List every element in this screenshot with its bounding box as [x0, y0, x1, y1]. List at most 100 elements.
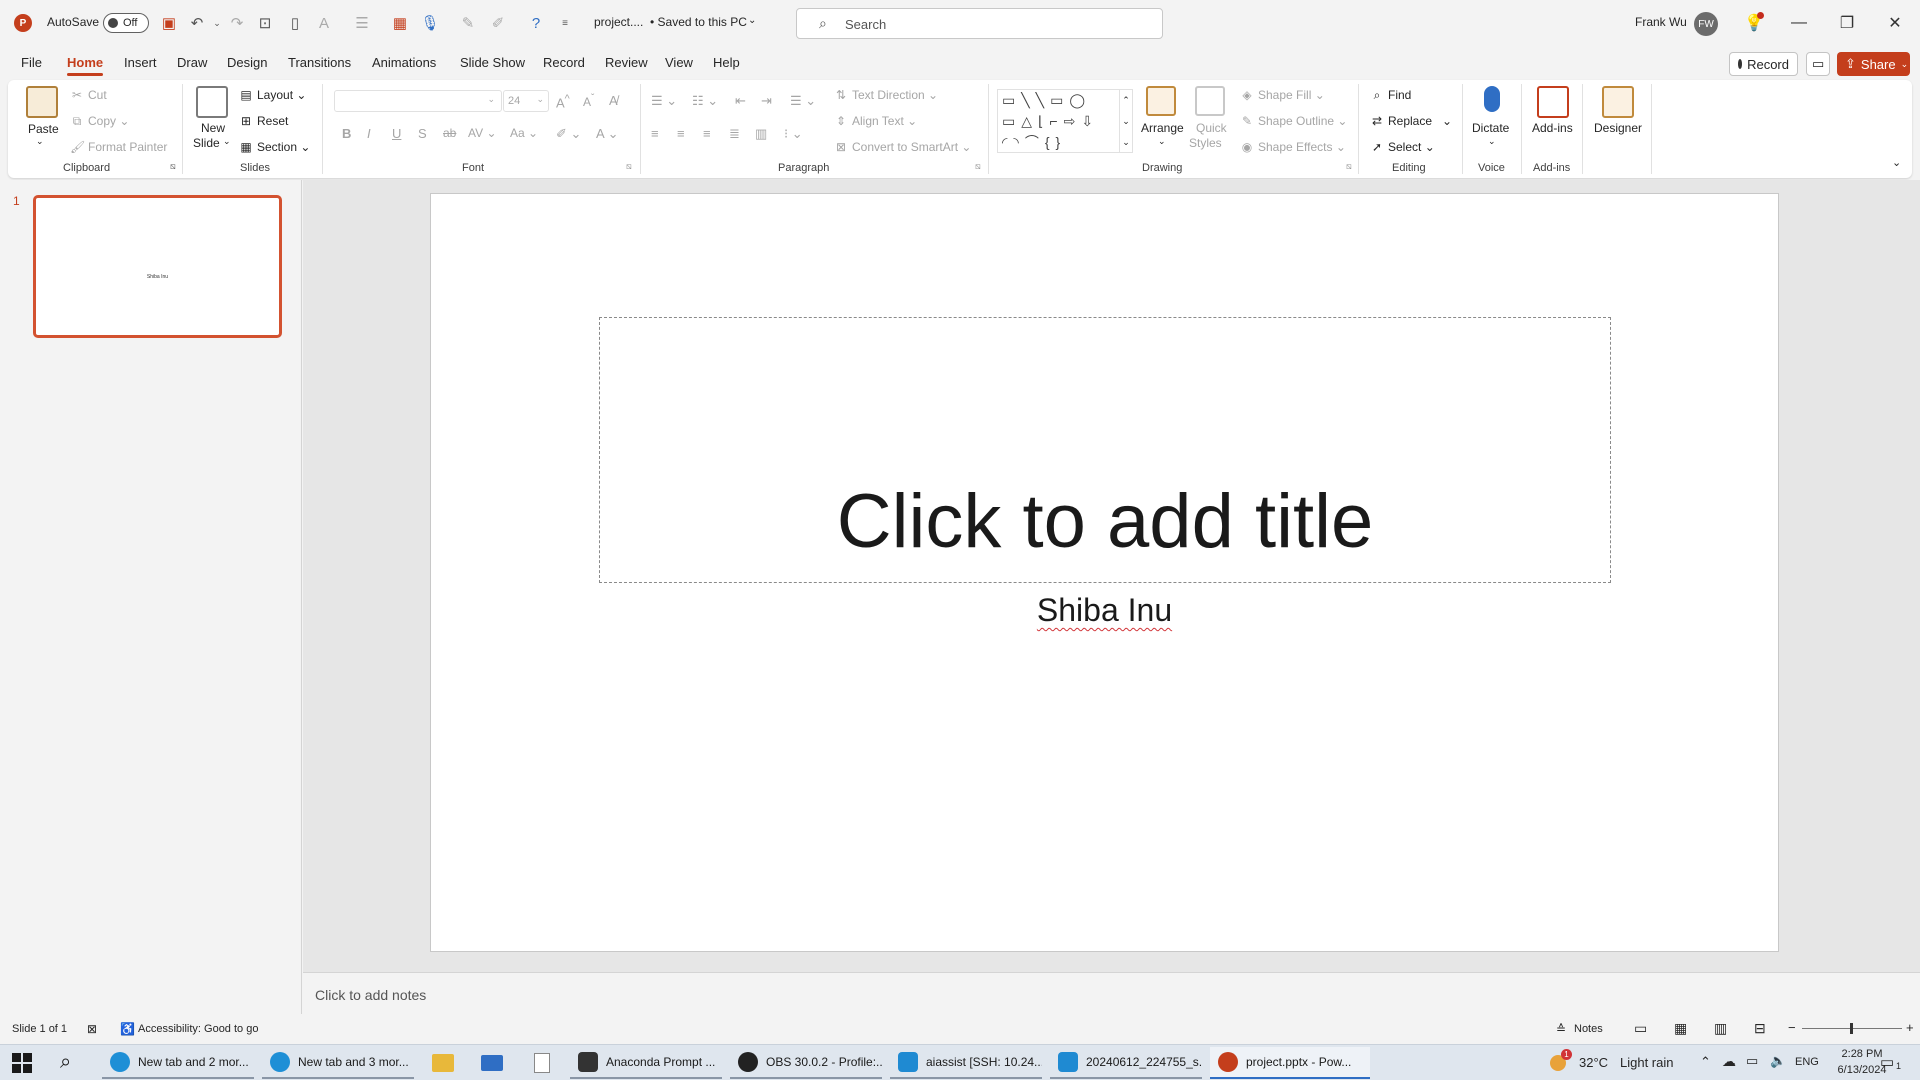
- comments-button[interactable]: ▭: [1806, 52, 1830, 76]
- dictate-button[interactable]: Dictate: [1472, 121, 1509, 135]
- taskbar-search-icon[interactable]: ⌕: [60, 1051, 71, 1074]
- undo-dropdown-icon[interactable]: ⌄: [207, 13, 227, 33]
- taskbar-item-edge-2[interactable]: New tab and 3 mor...: [262, 1047, 414, 1079]
- highlight-color-icon[interactable]: ✐ ⌄: [556, 126, 581, 142]
- replace-button[interactable]: ⇄ Replace ⌄: [1370, 114, 1452, 128]
- save-status[interactable]: • Saved to this PC: [650, 15, 747, 29]
- close-button[interactable]: ✕: [1872, 0, 1918, 46]
- accessibility-icon[interactable]: ♿: [120, 1022, 135, 1036]
- shape-outline-button[interactable]: ✎ Shape Outline ⌄: [1240, 114, 1347, 128]
- new-file-icon[interactable]: ▯: [285, 13, 305, 33]
- taskbar-item-edge-1[interactable]: New tab and 2 mor...: [102, 1047, 254, 1079]
- paste-icon[interactable]: [26, 86, 58, 118]
- save-status-chevron-icon[interactable]: ⌄: [748, 15, 756, 26]
- section-button[interactable]: ▦ Section ⌄: [239, 140, 310, 154]
- shape-effects-button[interactable]: ◉ Shape Effects ⌄: [1240, 140, 1346, 154]
- zoom-out-icon[interactable]: −: [1788, 1020, 1796, 1035]
- new-slide-icon[interactable]: [196, 86, 228, 118]
- convert-smartart-button[interactable]: ⊠ Convert to SmartArt ⌄: [834, 140, 971, 154]
- notification-center-icon[interactable]: ▭: [1880, 1053, 1894, 1071]
- tab-record[interactable]: Record: [543, 55, 585, 70]
- share-button[interactable]: ⇪ Share ⌄: [1837, 52, 1910, 76]
- layout-button[interactable]: ▤ Layout ⌄: [239, 88, 306, 102]
- font-size-box[interactable]: 24 ⌄: [503, 90, 549, 112]
- arrange-chevron-icon[interactable]: ⌄: [1158, 136, 1166, 147]
- volume-icon[interactable]: 🔈: [1770, 1053, 1786, 1069]
- microphone-icon[interactable]: [1484, 86, 1500, 112]
- text-direction-button[interactable]: ⇅ Text Direction ⌄: [834, 88, 938, 102]
- strikethrough-icon[interactable]: ab: [443, 126, 456, 140]
- addins-button[interactable]: Add-ins: [1532, 121, 1573, 135]
- format-painter-qat-icon[interactable]: ✎: [458, 13, 478, 33]
- reading-view-icon[interactable]: ▥: [1714, 1020, 1727, 1037]
- arrange-button[interactable]: Arrange: [1141, 121, 1184, 135]
- new-slide-button-line2[interactable]: Slide: [193, 136, 220, 150]
- shadow-icon[interactable]: S: [418, 126, 427, 141]
- increase-indent-icon[interactable]: ⇥: [761, 93, 772, 109]
- save-icon[interactable]: ▣: [159, 13, 179, 33]
- accessibility-status[interactable]: Accessibility: Good to go: [138, 1023, 258, 1035]
- mail-icon[interactable]: [481, 1055, 503, 1071]
- find-button[interactable]: ⌕ Find: [1370, 88, 1412, 103]
- zoom-in-icon[interactable]: +: [1906, 1020, 1914, 1035]
- tab-file[interactable]: File: [21, 55, 42, 70]
- smartart-qat-icon[interactable]: ▦: [390, 13, 410, 33]
- show-hidden-icons-icon[interactable]: ⌃: [1700, 1054, 1711, 1070]
- paragraph-launcher-icon[interactable]: ⧅: [975, 161, 981, 172]
- record-button[interactable]: Record: [1729, 52, 1798, 76]
- align-center-icon[interactable]: ≡: [677, 126, 685, 141]
- format-painter-button[interactable]: 🖌 Format Painter: [70, 140, 167, 154]
- from-beginning-icon[interactable]: ⊡: [255, 13, 275, 33]
- document-title[interactable]: project....: [594, 15, 643, 29]
- tab-slide-show[interactable]: Slide Show: [460, 55, 525, 70]
- addins-icon[interactable]: [1537, 86, 1569, 118]
- reset-button[interactable]: ⊞ Reset: [239, 114, 288, 128]
- notes-toggle[interactable]: Notes: [1574, 1023, 1603, 1035]
- tab-draw[interactable]: Draw: [177, 55, 207, 70]
- slide-sorter-icon[interactable]: ▦: [1674, 1020, 1687, 1037]
- collapse-ribbon-icon[interactable]: ⌄: [1892, 156, 1901, 169]
- user-name[interactable]: Frank Wu: [1635, 15, 1687, 29]
- taskbar-item-powerpoint[interactable]: project.pptx - Pow...: [1210, 1047, 1370, 1079]
- weather-desc[interactable]: Light rain: [1620, 1055, 1673, 1070]
- taskbar-item-vscode-2[interactable]: 20240612_224755_s...: [1050, 1047, 1202, 1079]
- undo-icon[interactable]: ↶: [187, 13, 207, 33]
- justify-icon[interactable]: ≣: [729, 126, 740, 142]
- highlight-qat-icon[interactable]: ✐: [488, 13, 508, 33]
- align-text-button[interactable]: ⇕ Align Text ⌄: [834, 114, 917, 128]
- network-icon[interactable]: ▭: [1746, 1053, 1758, 1069]
- notes-toggle-icon[interactable]: ≙: [1556, 1022, 1566, 1036]
- tab-view[interactable]: View: [665, 55, 693, 70]
- redo-icon[interactable]: ↷: [227, 13, 247, 33]
- zoom-slider-thumb[interactable]: [1850, 1023, 1853, 1034]
- tab-help[interactable]: Help: [713, 55, 740, 70]
- arrange-icon[interactable]: [1146, 86, 1176, 116]
- clear-formatting-icon[interactable]: A̸: [609, 93, 618, 108]
- new-slide-button-line1[interactable]: New: [201, 121, 225, 135]
- avatar[interactable]: FW: [1694, 12, 1718, 36]
- taskbar-item-obs[interactable]: OBS 30.0.2 - Profile:...: [730, 1047, 882, 1079]
- taskbar-item-anaconda[interactable]: Anaconda Prompt ...: [570, 1047, 722, 1079]
- slide-thumbnail[interactable]: Shiba Inu: [33, 195, 282, 338]
- align-left-icon[interactable]: ≡: [651, 126, 659, 141]
- italic-icon[interactable]: I: [367, 126, 371, 141]
- help-qat-icon[interactable]: ?: [526, 13, 546, 33]
- shapes-gallery-more-icon[interactable]: ⌃ ⌄ ⌄: [1119, 89, 1133, 153]
- line-spacing-icon[interactable]: ☰ ⌄: [790, 93, 816, 109]
- weather-temp[interactable]: 32°C: [1579, 1055, 1608, 1070]
- minimize-button[interactable]: —: [1776, 0, 1822, 46]
- paste-button[interactable]: Paste: [28, 122, 59, 136]
- underline-icon[interactable]: U: [392, 126, 401, 141]
- font-color-icon[interactable]: A ⌄: [596, 126, 618, 142]
- increase-font-icon[interactable]: A^: [556, 93, 570, 110]
- quick-styles-line2[interactable]: Styles: [1189, 136, 1222, 150]
- tab-design[interactable]: Design: [227, 55, 267, 70]
- copy-button[interactable]: ⧉ Copy ⌄: [70, 114, 130, 129]
- cut-button[interactable]: ✂ Cut: [70, 88, 107, 102]
- input-language[interactable]: ENG: [1795, 1056, 1819, 1068]
- shape-fill-button[interactable]: ◈ Shape Fill ⌄: [1240, 88, 1324, 102]
- columns-icon[interactable]: ▥: [755, 126, 767, 142]
- tab-review[interactable]: Review: [605, 55, 648, 70]
- tab-transitions[interactable]: Transitions: [288, 55, 351, 70]
- decrease-indent-icon[interactable]: ⇤: [735, 93, 746, 109]
